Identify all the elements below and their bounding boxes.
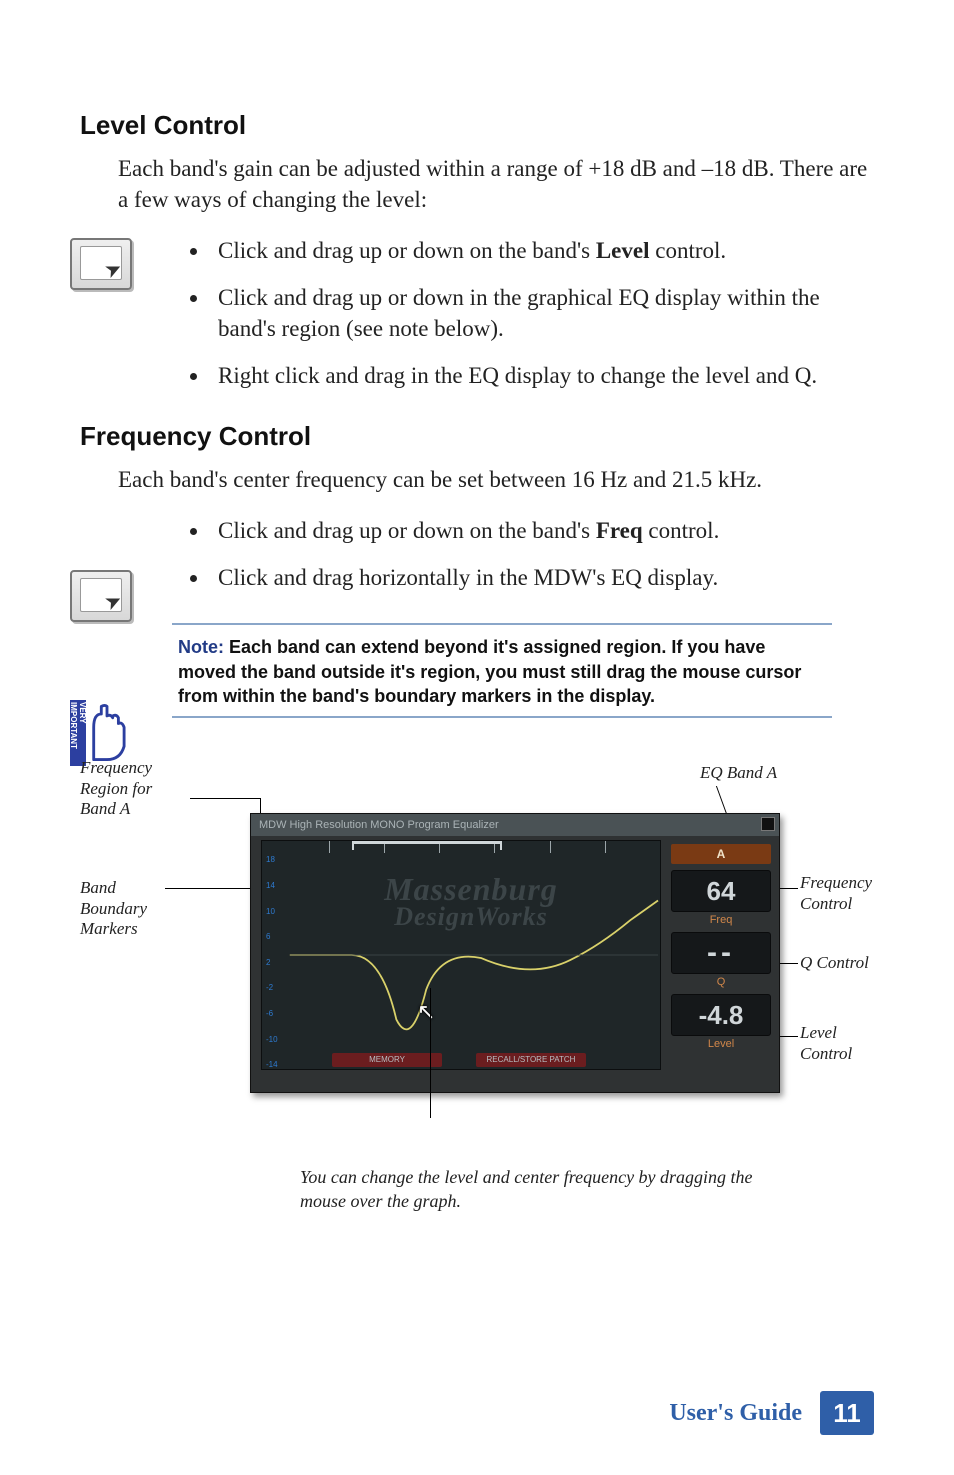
- figure-caption: You can change the level and center freq…: [300, 1166, 760, 1213]
- eq-graph-display[interactable]: 1814 106 2-2 -6-10 -14-18 Massenburg Des…: [261, 840, 661, 1070]
- callout-eq-band: EQ Band A: [700, 763, 777, 783]
- level-label: Level: [671, 1038, 771, 1050]
- close-icon[interactable]: [761, 817, 775, 831]
- freq-label: Freq: [671, 914, 771, 926]
- heading-level-control: Level Control: [80, 110, 874, 141]
- leader-line: [780, 888, 798, 889]
- callout-frequency-region: Frequency Region for Band A: [80, 758, 190, 819]
- memory-button[interactable]: MEMORY: [332, 1053, 442, 1067]
- eq-plugin-window[interactable]: MDW High Resolution MONO Program Equaliz…: [250, 813, 780, 1093]
- eq-title: MDW High Resolution MONO Program Equaliz…: [259, 819, 499, 831]
- freq-readout[interactable]: 64: [671, 870, 771, 912]
- eq-diagram: Frequency Region for Band A Band Boundar…: [80, 758, 870, 1148]
- footer-guide-label: User's Guide: [669, 1400, 802, 1427]
- text: Click and drag up or down in the graphic…: [218, 285, 820, 341]
- leader-line: [190, 798, 260, 799]
- list-item: Click and drag horizontally in the MDW's…: [210, 562, 874, 593]
- leader-line: [780, 1036, 798, 1037]
- mouse-icon: ➤: [70, 570, 136, 626]
- note-block: Note: Each band can extend beyond it's a…: [172, 623, 832, 718]
- note-text: Each band can extend beyond it's assigne…: [178, 637, 801, 706]
- list-item: Click and drag up or down on the band's …: [210, 515, 874, 546]
- paragraph-level-intro: Each band's gain can be adjusted within …: [80, 153, 874, 215]
- list-item: Click and drag up or down on the band's …: [210, 235, 874, 266]
- list-item: Click and drag up or down in the graphic…: [210, 282, 874, 344]
- mouse-icon: ➤: [70, 238, 136, 294]
- page-number: 11: [820, 1391, 874, 1435]
- very-important-tab: VERY IMPORTANT: [70, 700, 86, 766]
- eq-side-panel: A 64 Freq -- Q -4.8 Level: [671, 844, 771, 1084]
- q-readout[interactable]: --: [671, 932, 771, 974]
- text-bold: Freq: [596, 518, 643, 543]
- eq-curve: [262, 841, 660, 1069]
- q-label: Q: [671, 976, 771, 988]
- document-page: Level Control Each band's gain can be ad…: [0, 0, 954, 1475]
- level-readout[interactable]: -4.8: [671, 994, 771, 1036]
- callout-level-control: Level Control: [800, 1023, 880, 1064]
- eq-bottom-buttons: MEMORY RECALL/STORE PATCH: [332, 1049, 640, 1065]
- bullet-list-level: Click and drag up or down on the band's …: [80, 235, 874, 391]
- note-label: Note:: [178, 637, 224, 657]
- heading-frequency-control: Frequency Control: [80, 421, 874, 452]
- text-bold: Level: [596, 238, 650, 263]
- text: Click and drag horizontally in the MDW's…: [218, 565, 718, 590]
- cursor-icon: ↖: [417, 999, 435, 1025]
- text: Click and drag up or down on the band's: [218, 518, 596, 543]
- text: Click and drag up or down on the band's: [218, 238, 596, 263]
- recall-store-button[interactable]: RECALL/STORE PATCH: [476, 1053, 586, 1067]
- callout-q-control: Q Control: [800, 953, 869, 973]
- hand-icon: [88, 704, 126, 762]
- band-tab-a[interactable]: A: [671, 844, 771, 864]
- eq-titlebar[interactable]: MDW High Resolution MONO Program Equaliz…: [251, 814, 779, 836]
- leader-line: [430, 988, 431, 1118]
- list-item: Right click and drag in the EQ display t…: [210, 360, 874, 391]
- callout-frequency-control: Frequency Control: [800, 873, 900, 914]
- text: control.: [643, 518, 720, 543]
- bullet-list-freq: Click and drag up or down on the band's …: [80, 515, 874, 593]
- text: Right click and drag in the EQ display t…: [218, 363, 817, 388]
- paragraph-freq-intro: Each band's center frequency can be set …: [80, 464, 874, 495]
- callout-band-markers: Band Boundary Markers: [80, 878, 170, 939]
- leader-line: [780, 963, 798, 964]
- page-footer: User's Guide 11: [669, 1391, 874, 1435]
- text: control.: [649, 238, 726, 263]
